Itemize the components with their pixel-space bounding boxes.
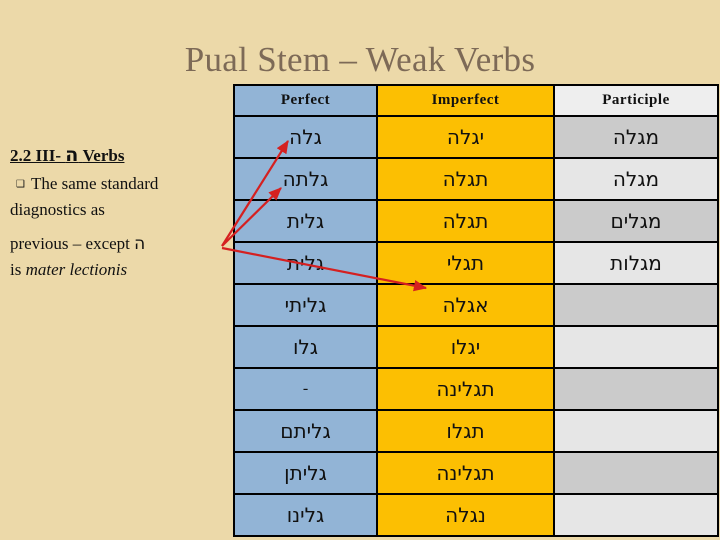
cell-imperfect: תגלינה [376, 451, 555, 495]
cell-perfect-text: גלו [292, 335, 319, 359]
cell-participle-text: מגלים [610, 209, 662, 233]
cell-perfect-text: גליתי [284, 293, 327, 317]
bullet-item-2-text-part2: is [10, 260, 22, 279]
cell-imperfect-text: תגלינה [436, 461, 495, 485]
cell-perfect: גלתה [233, 157, 378, 201]
cell-perfect: גלה [233, 115, 378, 159]
bullet-item-2-text-part1: previous – except [10, 234, 130, 253]
cell-imperfect-text: תגלינה [436, 377, 495, 401]
cell-participle [553, 493, 719, 537]
page-title: Pual Stem – Weak Verbs [184, 40, 536, 79]
table-row: גלית תגלה מגלים [233, 199, 719, 243]
cell-perfect: גליתם [233, 409, 378, 453]
section-heading-suffix: Verbs [82, 146, 125, 165]
cell-imperfect-text: תגלי [446, 251, 485, 275]
cell-imperfect: תגלה [376, 199, 555, 243]
cell-perfect: - [233, 367, 378, 411]
cell-participle [553, 367, 719, 411]
cell-imperfect: יגלו [376, 325, 555, 369]
cell-imperfect-text: תגלו [446, 419, 485, 443]
body-text-block: 2.2 III- ה Verbs ❑ The same standard diag… [10, 143, 238, 282]
cell-participle-text: מגלות [610, 251, 662, 275]
cell-participle-text: מגלה [612, 167, 660, 191]
cell-participle: מגלה [553, 115, 719, 159]
cell-participle [553, 451, 719, 495]
cell-imperfect-text: תגלה [442, 167, 489, 191]
cell-perfect-text: גלית [286, 209, 325, 233]
cell-perfect: גליתי [233, 283, 378, 327]
table-row: גלינו נגלה [233, 493, 719, 537]
cell-imperfect: תגלי [376, 241, 555, 285]
cell-imperfect-text: יגלה [446, 125, 485, 149]
cell-participle [553, 283, 719, 327]
bullet-item-2: previous – except ה is mater lectionis [10, 231, 238, 282]
table-body: גלה יגלה מגלה גלתה תגלה מגלה גלית תגלה מגלים גלית… [233, 115, 719, 537]
cell-participle: מגלה [553, 157, 719, 201]
section-heading: 2.2 III- ה Verbs [10, 143, 238, 168]
cell-imperfect: יגלה [376, 115, 555, 159]
cell-imperfect: תגלה [376, 157, 555, 201]
section-heading-hebrew-letter: ה [65, 144, 79, 166]
cell-participle [553, 409, 719, 453]
cell-participle: מגלים [553, 199, 719, 243]
bullet-item-1: ❑ The same standard diagnostics as [10, 171, 238, 222]
column-header-perfect: Perfect [233, 84, 378, 117]
section-heading-prefix: 2.2 III- [10, 146, 62, 165]
cell-perfect-text: גלה [289, 125, 322, 149]
cell-participle: מגלות [553, 241, 719, 285]
table-row: גליתי אגלה [233, 283, 719, 327]
cell-perfect-text: גלתה [282, 167, 329, 191]
cell-imperfect: תגלו [376, 409, 555, 453]
cell-perfect-text: גליתן [284, 461, 327, 485]
bullet-item-2-hebrew-letter: ה [134, 234, 146, 254]
table-header-row: Perfect Imperfect Participle [233, 84, 719, 117]
cell-perfect: גלית [233, 199, 378, 243]
table-row: גליתן תגלינה [233, 451, 719, 495]
table-row: גלית תגלי מגלות [233, 241, 719, 285]
cell-perfect: גליתן [233, 451, 378, 495]
cell-imperfect: תגלינה [376, 367, 555, 411]
cell-imperfect-text: יגלו [450, 335, 481, 359]
cell-imperfect: אגלה [376, 283, 555, 327]
cell-perfect: גלית [233, 241, 378, 285]
cell-participle-text: מגלה [612, 125, 660, 149]
table-row: גלתה תגלה מגלה [233, 157, 719, 201]
cell-perfect: גלינו [233, 493, 378, 537]
column-header-imperfect: Imperfect [376, 84, 555, 117]
cell-perfect-text: גלית [286, 251, 325, 275]
bullet-item-1-text: The same standard diagnostics as [10, 174, 159, 219]
cell-imperfect-text: תגלה [442, 209, 489, 233]
conjugation-table: Perfect Imperfect Participle גלה יגלה מגלה… [233, 84, 719, 537]
bullet-square-icon: ❑ [16, 179, 25, 190]
cell-perfect-text: גלינו [286, 503, 325, 527]
cell-perfect-text: - [302, 380, 309, 397]
cell-imperfect-text: אגלה [442, 293, 489, 317]
bullet-item-2-italic-term: mater lectionis [25, 260, 128, 279]
table-row: גליתם תגלו [233, 409, 719, 453]
cell-perfect: גלו [233, 325, 378, 369]
cell-imperfect-text: נגלה [445, 503, 486, 527]
table-row: - תגלינה [233, 367, 719, 411]
column-header-participle: Participle [553, 84, 719, 117]
table-row: גלה יגלה מגלה [233, 115, 719, 159]
table-row: גלו יגלו [233, 325, 719, 369]
cell-perfect-text: גליתם [280, 419, 331, 443]
cell-participle [553, 325, 719, 369]
cell-imperfect: נגלה [376, 493, 555, 537]
